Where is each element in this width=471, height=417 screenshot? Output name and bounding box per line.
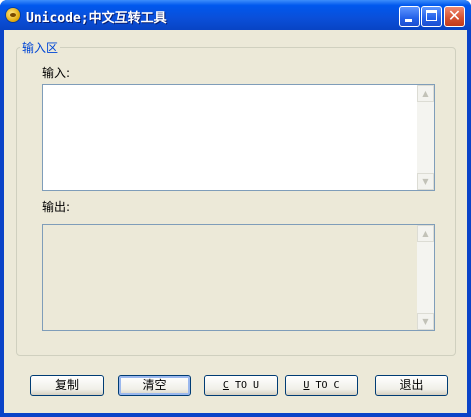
close-button[interactable]: ✕ <box>444 6 465 27</box>
window-title: Unicode;中文互转工具 <box>26 11 167 26</box>
maximize-button[interactable] <box>421 6 442 27</box>
output-textarea[interactable]: ▲ ▼ <box>42 224 435 331</box>
input-textarea[interactable]: ▲ ▼ <box>42 84 435 191</box>
exit-button[interactable]: 退出 <box>375 375 448 396</box>
scroll-down-arrow-icon[interactable]: ▼ <box>417 313 434 330</box>
scroll-down-arrow-icon[interactable]: ▼ <box>417 173 434 190</box>
scroll-up-arrow-icon[interactable]: ▲ <box>417 225 434 242</box>
group-title: 输入区 <box>20 39 61 56</box>
minimize-icon <box>405 19 412 22</box>
u-to-c-label: TO C <box>309 380 340 391</box>
scroll-up-arrow-icon[interactable]: ▲ <box>417 85 434 102</box>
title-bar[interactable]: Unicode;中文互转工具 ✕ <box>0 0 471 30</box>
input-label: 输入: <box>42 66 71 80</box>
maximize-icon <box>426 10 437 21</box>
input-scrollbar[interactable]: ▲ ▼ <box>417 85 434 190</box>
close-icon: ✕ <box>447 6 462 25</box>
clear-button[interactable]: 清空 <box>118 375 191 396</box>
minimize-button[interactable] <box>399 6 420 27</box>
output-scrollbar[interactable]: ▲ ▼ <box>417 225 434 330</box>
client-area: 输入区 输入: ▲ ▼ 输出: ▲ ▼ 复制 清空 C TO U U TO C … <box>4 30 467 413</box>
app-window: Unicode;中文互转工具 ✕ 输入区 输入: ▲ ▼ 输出: ▲ ▼ 复制 <box>0 0 471 417</box>
u-to-c-button[interactable]: U TO C <box>285 375 358 396</box>
c-to-u-label: TO U <box>228 380 260 391</box>
copy-button[interactable]: 复制 <box>30 375 104 396</box>
c-to-u-button[interactable]: C TO U <box>204 375 278 396</box>
output-label: 输出: <box>42 200 71 214</box>
smiley-app-icon <box>6 8 20 22</box>
